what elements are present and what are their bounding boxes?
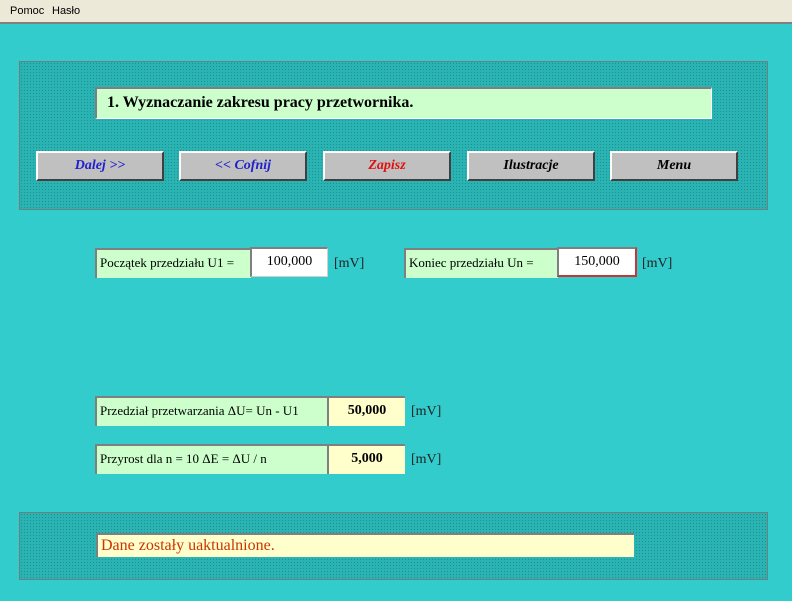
menu-password[interactable]: Hasło [52,5,80,17]
end-input[interactable]: 150,000 [557,247,637,277]
menu-bar: Pomoc Hasło [0,0,792,24]
start-unit: [mV] [334,256,365,271]
menu-help[interactable]: Pomoc [10,5,44,17]
save-button[interactable]: Zapisz [323,151,451,181]
end-label: Koniec przedziału Un = [404,248,558,278]
range-unit: [mV] [411,404,442,419]
menu-button[interactable]: Menu [610,151,738,181]
top-panel [19,61,768,210]
increment-value: 5,000 [327,444,405,474]
illustrations-button[interactable]: Ilustracje [467,151,595,181]
status-message: Dane zostały uaktualnione. [96,533,634,557]
range-label: Przedział przetwarzania ΔU= Un - U1 [95,396,328,426]
start-input[interactable]: 100,000 [250,247,328,277]
next-button[interactable]: Dalej >> [36,151,164,181]
increment-label: Przyrost dla n = 10 ΔE = ΔU / n [95,444,328,474]
end-unit: [mV] [642,256,673,271]
back-button[interactable]: << Cofnij [179,151,307,181]
range-value: 50,000 [327,396,405,426]
start-label: Początek przedziału U1 = [95,248,251,278]
page-title: 1. Wyznaczanie zakresu pracy przetwornik… [95,87,712,119]
increment-unit: [mV] [411,452,442,467]
